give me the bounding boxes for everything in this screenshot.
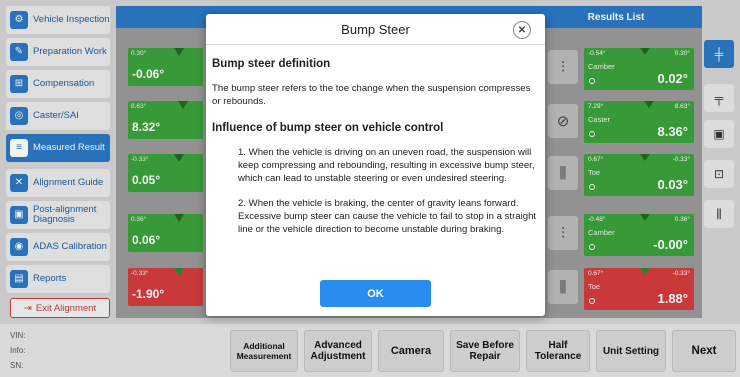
bump-steer-dialog: Bump Steer ✕ Bump steer definition The b… — [206, 14, 545, 316]
ok-button[interactable]: OK — [320, 280, 431, 307]
close-icon[interactable]: ✕ — [513, 21, 531, 39]
influence-point: 1. When the vehicle is driving on an une… — [238, 147, 535, 184]
influence-heading: Influence of bump steer on vehicle contr… — [212, 122, 444, 134]
definition-text: The bump steer refers to the toe change … — [212, 83, 531, 107]
dialog-title: Bump Steer — [341, 22, 410, 37]
definition-heading: Bump steer definition — [212, 58, 331, 70]
influence-point: 2. When the vehicle is braking, the cent… — [238, 198, 537, 235]
dialog-divider — [206, 44, 545, 45]
dialog-body: Bump steer definition The bump steer ref… — [212, 58, 540, 248]
